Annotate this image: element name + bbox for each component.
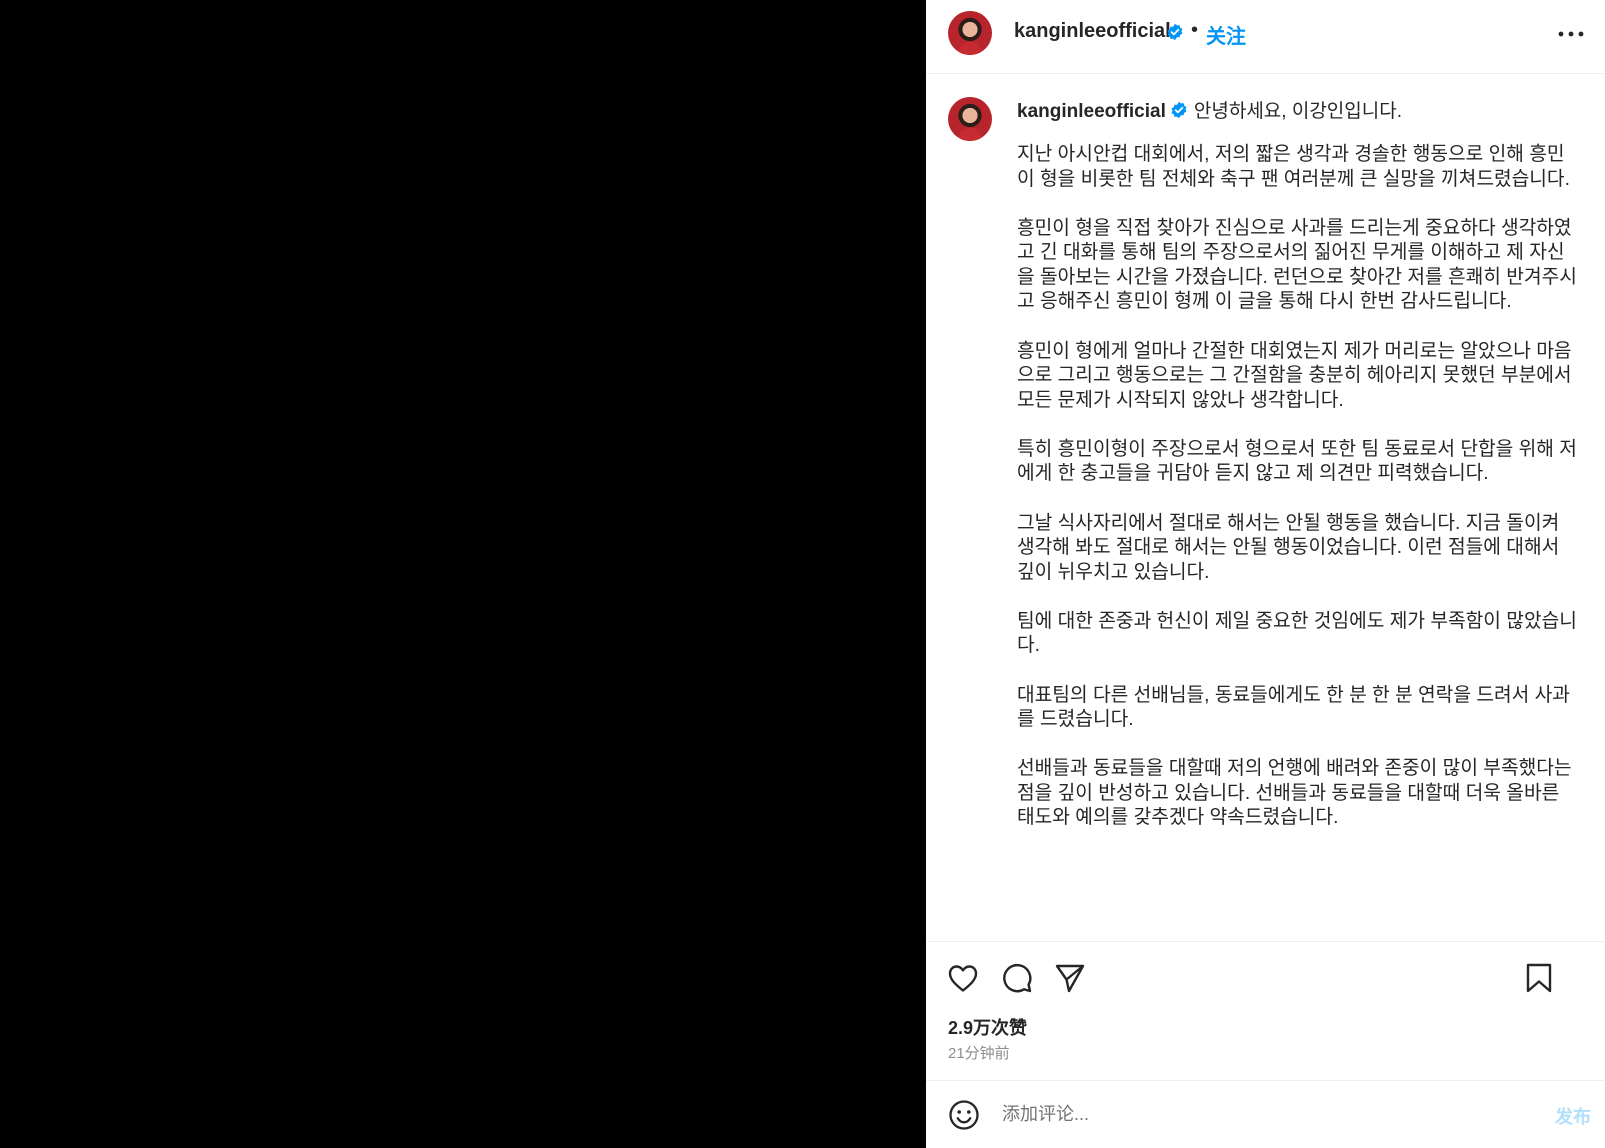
post-side-panel: kanginleeofficial • 关注 kanginleeofficial… — [926, 0, 1605, 1148]
caption-area[interactable]: kanginleeofficial 안녕하세요, 이강인입니다. 지난 아시안컵… — [926, 75, 1605, 941]
comment-box: 发布 — [926, 1080, 1605, 1148]
caption-greeting: 안녕하세요, 이강인입니다. — [1193, 101, 1402, 122]
caption-username[interactable]: kanginleeofficial — [1017, 101, 1166, 122]
caption-paragraph: 지난 아시안컵 대회에서, 저의 짧은 생각과 경솔한 행동으로 인해 흥민이 … — [1017, 144, 1570, 190]
separator-dot: • — [1191, 19, 1199, 41]
share-icon[interactable] — [1054, 962, 1086, 994]
media-area[interactable] — [0, 0, 926, 1148]
caption-paragraph: 대표팀의 다른 선배님들, 동료들에게도 한 분 한 분 연락을 드려서 사과를… — [1017, 684, 1570, 731]
caption-paragraph: 흥민이 형을 직접 찾아가 진심으로 사과를 드리는게 중요하다 생각하였고 긴… — [1017, 217, 1577, 313]
comment-input[interactable] — [1002, 1099, 1502, 1129]
heart-icon[interactable] — [947, 963, 979, 993]
avatar[interactable] — [948, 11, 992, 55]
caption-body: 지난 아시안컵 대회에서, 저의 짧은 생각과 경솔한 행동으로 인해 흥민이 … — [1017, 143, 1577, 855]
avatar[interactable] — [948, 97, 992, 141]
post-header: kanginleeofficial • 关注 — [926, 0, 1605, 74]
post-timestamp[interactable]: 21分钟前 — [948, 1042, 1010, 1063]
verified-badge-icon — [1171, 101, 1187, 119]
header-username[interactable]: kanginleeofficial — [1014, 20, 1171, 43]
more-horizontal-icon[interactable] — [1557, 30, 1585, 38]
emoji-icon[interactable] — [948, 1099, 980, 1131]
like-count[interactable]: 2.9万次赞 — [948, 1014, 1027, 1040]
caption-paragraph: 특히 흥민이형이 주장으로서 형으로서 또한 팀 동료로서 단합을 위해 저에게… — [1017, 438, 1577, 485]
caption-paragraph: 팀에 대한 존중과 헌신이 제일 중요한 것임에도 제가 부족함이 많았습니다. — [1017, 610, 1577, 657]
action-bar: 2.9万次赞 21分钟前 — [926, 941, 1605, 1076]
follow-button[interactable]: 关注 — [1206, 20, 1246, 49]
bookmark-icon[interactable] — [1525, 962, 1553, 994]
verified-badge-icon — [1167, 23, 1183, 41]
caption-paragraph: 그날 식사자리에서 절대로 해서는 안될 행동을 했습니다. 지금 돌이켜 생각… — [1017, 512, 1560, 583]
caption-header: kanginleeofficial 안녕하세요, 이강인입니다. — [1017, 96, 1402, 123]
comment-icon[interactable] — [1001, 962, 1033, 994]
caption-paragraph: 흥민이 형에게 얼마나 간절한 대회였는지 제가 머리로는 알았으나 마음으로 … — [1017, 340, 1572, 411]
post-comment-button[interactable]: 发布 — [1555, 1103, 1591, 1129]
caption-paragraph: 선배들과 동료들을 대할때 저의 언행에 배려와 존중이 많이 부족했다는 점을… — [1017, 758, 1572, 829]
